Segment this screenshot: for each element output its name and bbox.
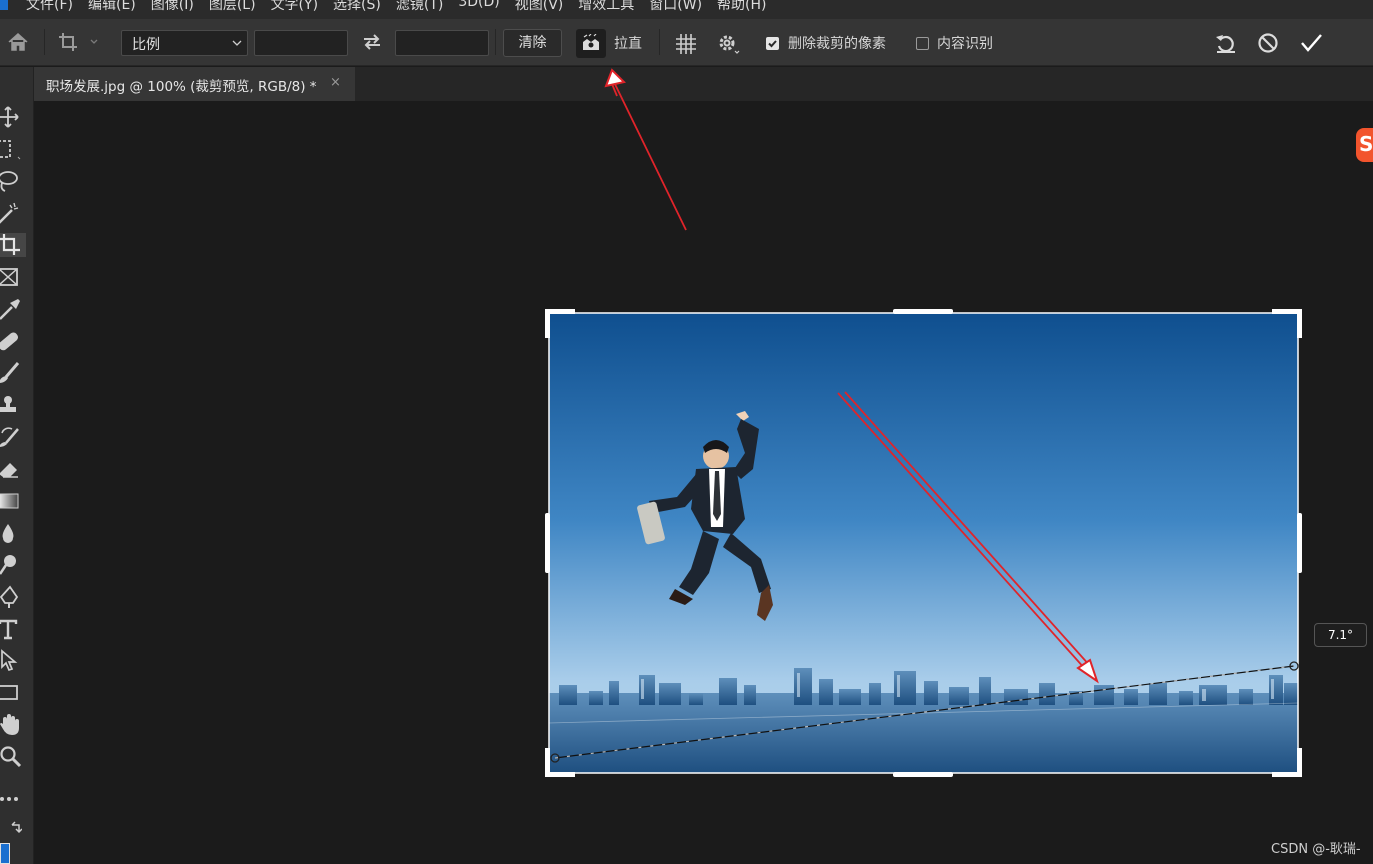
- crop-handle-top: [893, 309, 953, 314]
- straighten-line: [550, 661, 1299, 763]
- crop-handle-bottom-left: [545, 748, 575, 777]
- input-method-badge[interactable]: S: [1356, 128, 1373, 162]
- crop-handle-left: [545, 513, 550, 573]
- crop-handles: [545, 309, 1302, 777]
- crop-handle-right: [1297, 513, 1302, 573]
- straighten-angle-readout: 7.1°: [1314, 623, 1367, 647]
- watermark-text: CSDN @-耿瑞-: [1271, 842, 1361, 857]
- crop-handle-bottom-right: [1272, 748, 1302, 777]
- annotation-arrow-down: [837, 391, 1099, 684]
- crop-handle-top-right: [1272, 309, 1302, 338]
- crop-overlay: [545, 68, 1302, 777]
- crop-handle-top-left: [545, 309, 575, 338]
- crop-border: [548, 312, 1299, 774]
- annotation-arrow-up: [604, 68, 687, 231]
- crop-handle-bottom: [893, 772, 953, 777]
